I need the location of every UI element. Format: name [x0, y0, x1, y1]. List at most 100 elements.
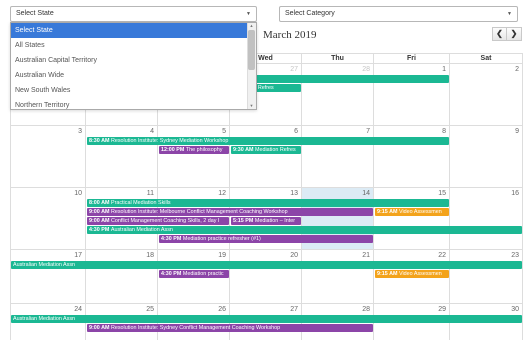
calendar-event[interactable]: 4:30 PM Australian Mediation Assn: [87, 226, 522, 234]
day-number[interactable]: 15: [438, 190, 446, 197]
next-month-button[interactable]: ❯: [507, 27, 522, 41]
day-number[interactable]: 13: [290, 190, 298, 197]
calendar-event[interactable]: 4:30 PM Mediation practice refresher (#1…: [159, 235, 373, 243]
event-time: 4:30 PM: [89, 227, 111, 233]
event-title: Mediation practic: [182, 271, 224, 277]
day-number[interactable]: 19: [218, 252, 226, 259]
day-number[interactable]: 25: [146, 306, 154, 313]
day-number[interactable]: 23: [511, 252, 519, 259]
day-number[interactable]: 3: [78, 128, 82, 135]
state-dropdown-list: Select State All States Australian Capital…: [10, 22, 257, 110]
event-title: Resolution Institute: Sydney Conflict Ma…: [110, 325, 281, 331]
event-title: Video Assessmen: [398, 271, 442, 277]
calendar-event[interactable]: 9:00 AM Conflict Management Coaching Ski…: [87, 217, 229, 225]
day-number[interactable]: 22: [438, 252, 446, 259]
day-cell[interactable]: 3: [10, 126, 86, 188]
calendar-event[interactable]: 9:30 AM Mediation Refres: [231, 146, 301, 154]
event-title: Practical Mediation Skills: [110, 200, 171, 206]
day-cell[interactable]: 8: [374, 126, 450, 188]
day-number[interactable]: 10: [74, 190, 82, 197]
calendar-event[interactable]: 5:15 PM Mediation – Inter: [231, 217, 301, 225]
calendar-event[interactable]: 8:00 AM Practical Mediation Skills: [87, 199, 449, 207]
day-number[interactable]: 27: [290, 66, 298, 73]
day-number[interactable]: 26: [218, 306, 226, 313]
day-cell[interactable]: 5: [158, 126, 230, 188]
day-number[interactable]: 18: [146, 252, 154, 259]
state-option[interactable]: All States: [11, 38, 256, 53]
state-option[interactable]: Select State: [11, 23, 256, 38]
event-title: Australian Mediation Assn: [13, 262, 76, 268]
day-cell[interactable]: 2: [450, 64, 523, 126]
day-cell[interactable]: 9: [450, 126, 523, 188]
day-number[interactable]: 27: [290, 306, 298, 313]
day-cell[interactable]: 6: [230, 126, 302, 188]
event-title: Mediation – Inter: [254, 218, 296, 224]
calendar-event[interactable]: Australian Mediation Assn: [11, 261, 522, 269]
event-time: 4:30 PM: [161, 271, 183, 277]
calendar-title: March 2019: [263, 29, 317, 41]
event-title: Mediation practice refresher (#1): [182, 236, 261, 242]
scrollbar-thumb[interactable]: [248, 30, 255, 70]
day-cell[interactable]: 4: [86, 126, 158, 188]
day-number[interactable]: 11: [147, 190, 154, 197]
day-number[interactable]: 28: [362, 66, 370, 73]
calendar-event[interactable]: 9:00 AM Resolution Institute: Sydney Con…: [87, 324, 373, 332]
event-time: 8:30 AM: [89, 138, 111, 144]
day-number[interactable]: 16: [511, 190, 519, 197]
calendar-event[interactable]: 4:30 PM Mediation practic: [159, 270, 229, 278]
day-number[interactable]: 12: [218, 190, 226, 197]
day-cell[interactable]: 1: [374, 64, 450, 126]
day-number[interactable]: 1: [442, 66, 446, 73]
event-title: Australian Mediation Assn: [13, 316, 76, 322]
event-title: Australian Mediation Assn: [110, 227, 173, 233]
event-time: 8:00 AM: [89, 200, 111, 206]
day-number[interactable]: 28: [362, 306, 370, 313]
calendar-event[interactable]: 8:30 AM Resolution Institute: Sydney Med…: [87, 137, 449, 145]
day-number[interactable]: 4: [150, 128, 154, 135]
day-cell[interactable]: 17: [10, 250, 86, 304]
day-cell[interactable]: 28: [302, 64, 374, 126]
scroll-up-icon[interactable]: ▲: [248, 23, 255, 29]
state-option[interactable]: Australian Capital Territory: [11, 53, 256, 68]
event-time: 12:00 PM: [161, 147, 186, 153]
scroll-down-icon[interactable]: ▼: [248, 103, 255, 109]
day-number[interactable]: 2: [515, 66, 519, 73]
calendar-event[interactable]: 9:15 AM Video Assessmen: [375, 270, 449, 278]
calendar-event[interactable]: 9:00 AM Resolution Institute: Melbourne …: [87, 208, 373, 216]
prev-month-button[interactable]: ❮: [492, 27, 507, 41]
category-select[interactable]: Select Category ▼: [279, 6, 518, 22]
state-option[interactable]: New South Wales: [11, 83, 256, 98]
day-number[interactable]: 29: [438, 306, 446, 313]
day-number[interactable]: 9: [515, 128, 519, 135]
calendar-event[interactable]: 9:15 AM Video Assessmen: [375, 208, 449, 216]
event-time: 9:00 AM: [89, 325, 111, 331]
day-cell[interactable]: 23: [450, 250, 523, 304]
day-number[interactable]: 24: [74, 306, 82, 313]
day-cell[interactable]: 7: [302, 126, 374, 188]
day-number[interactable]: 30: [511, 306, 519, 313]
day-cell[interactable]: 21: [302, 250, 374, 304]
day-number[interactable]: 14: [362, 190, 370, 197]
day-number[interactable]: 6: [294, 128, 298, 135]
day-cell[interactable]: 15: [374, 188, 450, 250]
state-select[interactable]: Select State ▼: [10, 6, 257, 22]
state-option[interactable]: Northern Territory: [11, 98, 256, 109]
day-header: Sat: [450, 54, 523, 64]
day-number[interactable]: 21: [362, 252, 370, 259]
dropdown-scrollbar[interactable]: ▲ ▼: [247, 23, 256, 109]
day-number[interactable]: 8: [442, 128, 446, 135]
day-number[interactable]: 20: [290, 252, 298, 259]
event-time: 5:15 PM: [233, 218, 255, 224]
day-cell[interactable]: 18: [86, 250, 158, 304]
day-number[interactable]: 7: [366, 128, 370, 135]
event-time: 9:30 AM: [233, 147, 255, 153]
day-number[interactable]: 17: [74, 252, 82, 259]
day-cell[interactable]: 10: [10, 188, 86, 250]
day-cell[interactable]: 20: [230, 250, 302, 304]
event-time: 9:00 AM: [89, 209, 111, 215]
day-number[interactable]: 5: [222, 128, 226, 135]
calendar-event[interactable]: 12:00 PM The philosophy: [159, 146, 229, 154]
state-option[interactable]: Australian Wide: [11, 68, 256, 83]
calendar-event[interactable]: Australian Mediation Assn: [11, 315, 522, 323]
day-cell[interactable]: 16: [450, 188, 523, 250]
